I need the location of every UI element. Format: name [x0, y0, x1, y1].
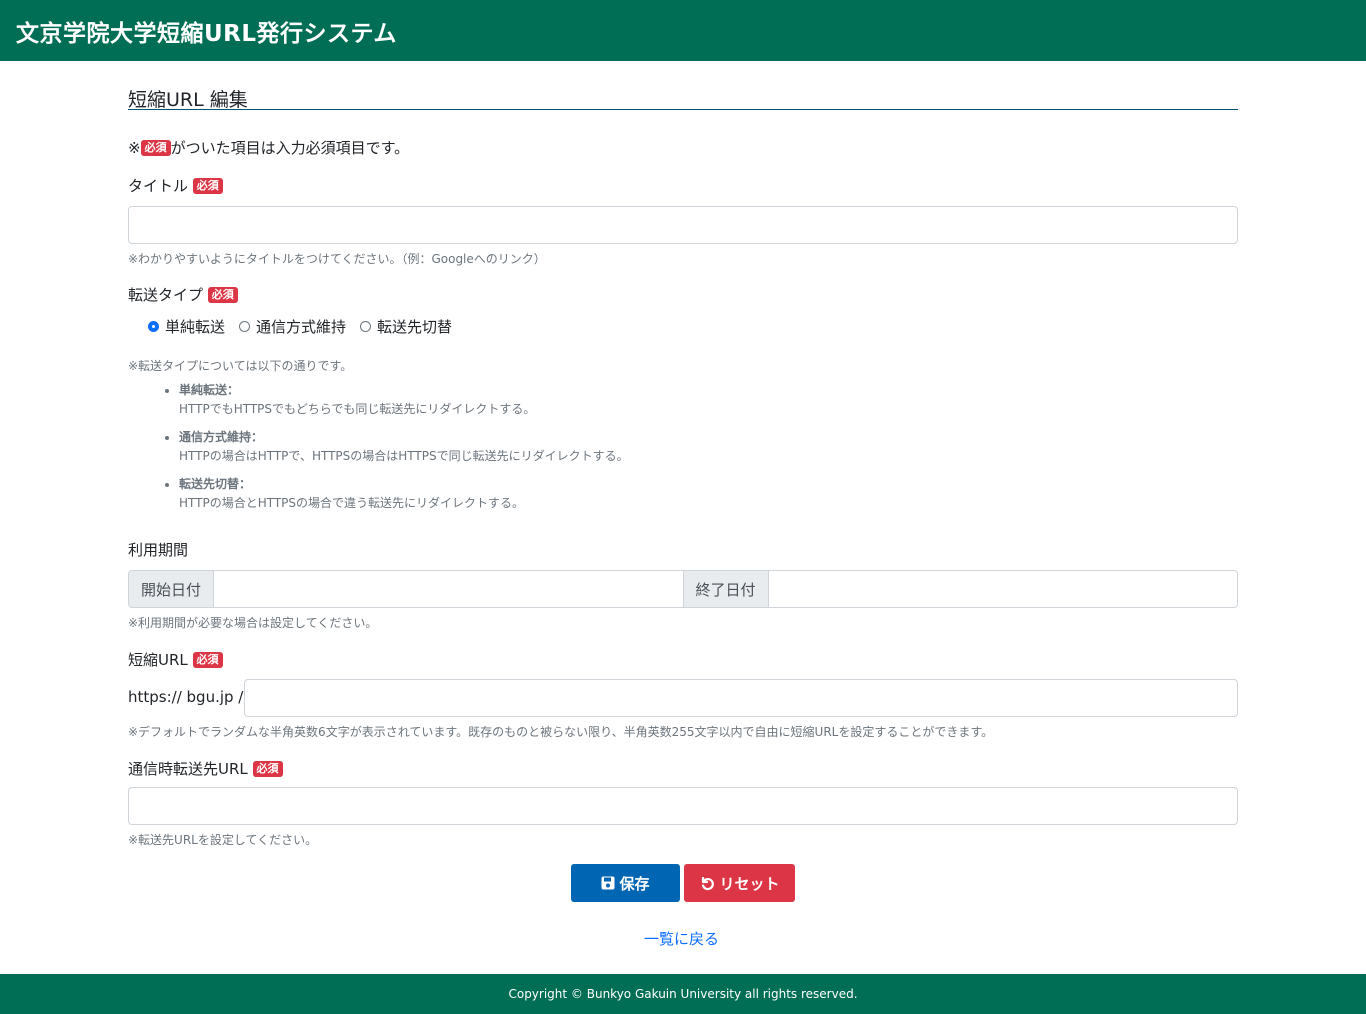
required-badge: 必須 — [192, 652, 223, 668]
transfer-type-help: ※転送タイプについては以下の通りです。 単純転送： HTTPでもHTTPSでもど… — [128, 357, 629, 522]
start-date-input[interactable] — [214, 571, 684, 607]
required-badge: 必須 — [192, 178, 223, 194]
required-note: ※ 必須 がついた項目は入力必須項目です。 — [128, 139, 410, 157]
copyright-text: Copyright © Bunkyo Gakuin University all… — [508, 987, 858, 1001]
redirect-url-input[interactable] — [128, 787, 1238, 825]
floppy-disk-icon — [601, 876, 615, 890]
back-to-list-link[interactable]: 一覧に戻る — [644, 928, 719, 949]
short-url-input[interactable] — [244, 679, 1238, 717]
radio-unchecked-icon[interactable] — [239, 321, 251, 332]
app-title: 文京学院大学短縮URL発行システム — [16, 21, 397, 47]
title-help: ※わかりやすいようにタイトルをつけてください。（例：Googleへのリンク） — [128, 252, 546, 266]
required-badge: 必須 — [252, 761, 283, 777]
short-url-help: ※デフォルトでランダムな半角英数6文字が表示されています。既存のものと被らない限… — [128, 725, 994, 739]
save-button[interactable]: 保存 — [571, 864, 680, 902]
required-badge: 必須 — [140, 140, 171, 156]
radio-switch-destination[interactable]: 転送先切替 — [360, 316, 452, 337]
radio-checked-icon[interactable] — [148, 321, 159, 332]
transfer-type-label: 転送タイプ 必須 — [128, 284, 238, 305]
period-input-group: 開始日付 終了日付 — [128, 570, 1238, 608]
list-item: 単純転送： HTTPでもHTTPSでもどちらでも同じ転送先にリダイレクトする。 — [179, 381, 629, 419]
list-item: 通信方式維持： HTTPの場合はHTTPで、HTTPSの場合はHTTPSで同じ転… — [179, 428, 629, 466]
radio-simple-transfer[interactable]: 単純転送 — [148, 316, 225, 337]
short-url-label: 短縮URL 必須 — [128, 649, 223, 670]
period-help: ※利用期間が必要な場合は設定してください。 — [128, 616, 378, 630]
period-label: 利用期間 — [128, 541, 189, 559]
reset-button[interactable]: リセット — [684, 864, 795, 902]
page-title: 短縮URL 編集 — [128, 85, 1238, 111]
form-buttons: 保存 リセット — [571, 864, 795, 902]
footer: Copyright © Bunkyo Gakuin University all… — [0, 974, 1366, 1014]
title-input[interactable] — [128, 206, 1238, 244]
short-url-prefix: https:// bgu.jp / — [128, 688, 244, 706]
end-date-input[interactable] — [768, 571, 1237, 607]
app-header: 文京学院大学短縮URL発行システム — [0, 0, 1366, 61]
redirect-url-label: 通信時転送先URL 必須 — [128, 758, 283, 779]
radio-unchecked-icon[interactable] — [360, 321, 372, 332]
required-badge: 必須 — [207, 287, 238, 303]
start-date-label: 開始日付 — [129, 571, 215, 607]
radio-keep-protocol[interactable]: 通信方式維持 — [239, 316, 346, 337]
title-label: タイトル 必須 — [128, 175, 223, 196]
transfer-type-radio-group: 単純転送 通信方式維持 転送先切替 — [148, 316, 452, 337]
undo-icon — [702, 876, 715, 891]
end-date-label: 終了日付 — [683, 571, 769, 607]
list-item: 転送先切替： HTTPの場合とHTTPSの場合で違う転送先にリダイレクトする。 — [179, 475, 629, 513]
redirect-url-help: ※転送先URLを設定してください。 — [128, 833, 318, 847]
